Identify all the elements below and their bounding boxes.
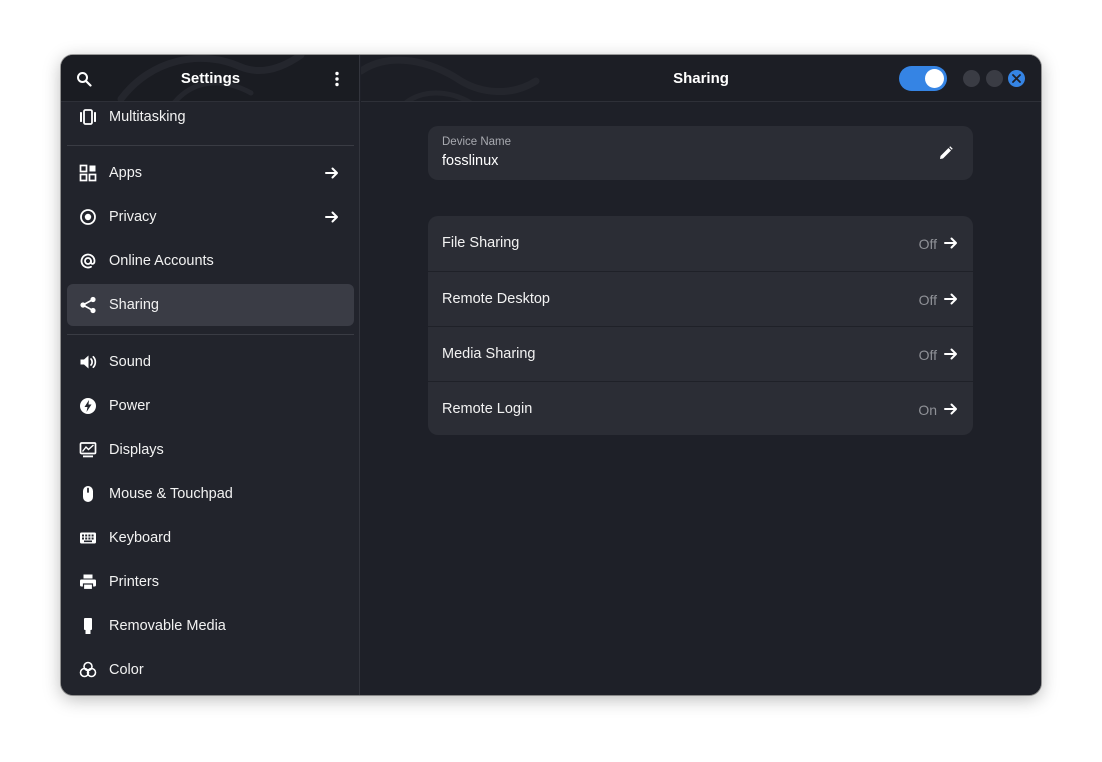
sidebar-item-removable-media[interactable]: Removable Media [67, 605, 354, 647]
row-label: Remote Login [442, 401, 533, 417]
sidebar-item-mouse-touchpad[interactable]: Mouse & Touchpad [67, 473, 354, 515]
mouse-icon [79, 485, 97, 503]
sidebar-item-printers[interactable]: Printers [67, 561, 354, 603]
arrow-right-icon [943, 346, 959, 362]
minimize-button[interactable] [963, 70, 980, 87]
sidebar-item-power[interactable]: Power [67, 385, 354, 427]
maximize-button[interactable] [986, 70, 1003, 87]
sidebar-item-label: Color [109, 662, 144, 678]
apps-grid-icon [79, 164, 97, 182]
arrow-right-icon [943, 291, 959, 307]
sharing-services-list: File Sharing Off Remote Desktop Off Medi… [428, 216, 973, 435]
share-icon [79, 296, 97, 314]
arrow-right-icon [943, 235, 959, 251]
status-label: On [918, 402, 937, 418]
row-label: File Sharing [442, 235, 520, 251]
sidebar-item-apps[interactable]: Apps [67, 152, 354, 194]
status-label: Off [918, 347, 937, 363]
color-circles-icon [79, 661, 97, 679]
more-vertical-icon [329, 71, 345, 87]
sidebar-item-keyboard[interactable]: Keyboard [67, 517, 354, 559]
sidebar-item-label: Privacy [109, 209, 157, 225]
device-name-row[interactable]: Device Name fosslinux [428, 126, 973, 180]
main-header: Sharing [361, 55, 1041, 102]
toggle-knob [925, 69, 944, 88]
sidebar-item-label: Multitasking [109, 109, 186, 125]
media-sharing-row[interactable]: Media Sharing Off [428, 326, 973, 381]
sidebar-item-label: Mouse & Touchpad [109, 486, 233, 502]
sidebar: Settings Multitasking Apps Privacy Onlin… [61, 55, 360, 695]
sidebar-item-sound[interactable]: Sound [67, 341, 354, 383]
speaker-icon [79, 353, 97, 371]
sidebar-item-sharing[interactable]: Sharing [67, 284, 354, 326]
keyboard-icon [79, 529, 97, 547]
multitasking-icon [79, 108, 97, 126]
status-label: Off [918, 292, 937, 308]
arrow-right-icon [943, 401, 959, 417]
row-label: Remote Desktop [442, 291, 550, 307]
sidebar-item-label: Displays [109, 442, 164, 458]
device-name-value: fosslinux [442, 153, 499, 169]
sidebar-item-label: Apps [109, 165, 143, 181]
sidebar-header: Settings [61, 55, 359, 102]
sidebar-separator [67, 334, 354, 335]
arrow-right-icon [324, 209, 340, 225]
printer-icon [79, 573, 97, 591]
sidebar-item-label: Power [109, 398, 151, 414]
display-icon [79, 441, 97, 459]
status-label: Off [918, 236, 937, 252]
sidebar-item-privacy[interactable]: Privacy [67, 196, 354, 238]
sidebar-item-label: Removable Media [109, 618, 226, 634]
sidebar-item-label: Sharing [109, 297, 159, 313]
row-label: Media Sharing [442, 346, 536, 362]
close-button[interactable] [1008, 70, 1025, 87]
sidebar-item-color[interactable]: Color [67, 649, 354, 691]
sidebar-item-label: Sound [109, 354, 151, 370]
sidebar-item-multitasking[interactable]: Multitasking [67, 96, 354, 138]
sidebar-separator [67, 145, 354, 146]
remote-login-row[interactable]: Remote Login On [428, 381, 973, 435]
at-sign-icon [79, 252, 97, 270]
sidebar-item-label: Online Accounts [109, 253, 214, 269]
sidebar-item-displays[interactable]: Displays [67, 429, 354, 471]
sidebar-title: Settings [180, 70, 241, 87]
privacy-icon [79, 208, 97, 226]
main-panel: Sharing Device Name fosslinux File Shari… [361, 55, 1041, 695]
arrow-right-icon [324, 165, 340, 181]
usb-drive-icon [79, 617, 97, 635]
close-icon [1012, 74, 1021, 83]
device-name-label: Device Name [442, 136, 512, 148]
power-bolt-icon [79, 397, 97, 415]
sharing-toggle[interactable] [899, 66, 947, 91]
file-sharing-row[interactable]: File Sharing Off [428, 216, 973, 271]
remote-desktop-row[interactable]: Remote Desktop Off [428, 271, 973, 326]
pencil-icon [939, 146, 953, 160]
main-menu-button[interactable] [323, 65, 351, 93]
sidebar-item-label: Keyboard [109, 530, 172, 546]
edit-device-name-button[interactable] [937, 144, 955, 162]
sidebar-item-label: Printers [109, 574, 159, 590]
settings-window: Settings Multitasking Apps Privacy Onlin… [61, 55, 1041, 695]
sidebar-item-online-accounts[interactable]: Online Accounts [67, 240, 354, 282]
